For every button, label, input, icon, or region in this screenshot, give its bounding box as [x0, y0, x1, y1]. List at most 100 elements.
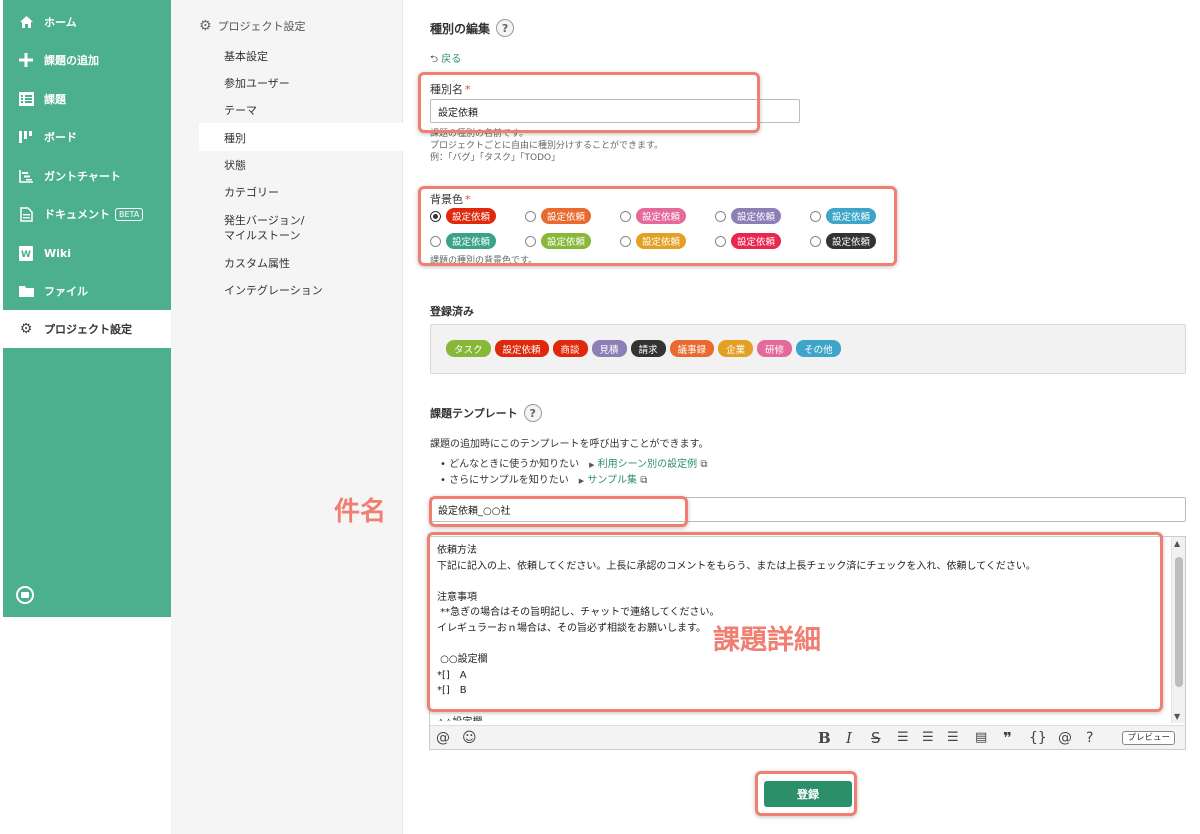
main-content: 種別の編集 ? ⮌ 戻る 種別名 * 設定依頼 課題の種別の名前です。 プロジェク…	[403, 0, 1200, 834]
sidebar-item-label: 課題の追加	[44, 54, 99, 67]
issue-type-chip: 見積	[591, 340, 627, 357]
bold-icon[interactable]: B	[818, 729, 831, 747]
sidebar-item-wiki[interactable]: W Wiki	[3, 234, 171, 272]
menu-item-members[interactable]: 参加ユーザー	[224, 76, 290, 91]
color-radio[interactable]	[715, 235, 726, 247]
color-preview-chip: 設定依頼	[636, 208, 687, 224]
color-preview-chip: 設定依頼	[636, 233, 687, 249]
type-name-hint: 課題の種別の名前です。 プロジェクトごとに自由に種別分けすることができます。 例…	[430, 129, 664, 163]
color-radio[interactable]	[620, 235, 631, 247]
menu-item-custom-fields[interactable]: カスタム属性	[224, 256, 290, 271]
template-subject-input[interactable]: 設定依頼_○○社	[430, 497, 1186, 522]
editor-scrollbar[interactable]: ▲ ▼	[1171, 537, 1185, 723]
color-radio[interactable]	[810, 235, 821, 247]
sidebar-item-documents[interactable]: ドキュメント BETA	[3, 195, 171, 233]
color-radio[interactable]	[430, 235, 441, 247]
editor-toolbar: @ ☺ B I S ☰ ☰ ☰ ▤ ❞ {} @ ? プレビュー	[430, 725, 1185, 749]
help-icon[interactable]: ?	[1086, 729, 1093, 747]
menu-item-integrations[interactable]: インテグレーション	[224, 283, 323, 298]
bg-color-option[interactable]: 設定依頼	[810, 233, 877, 249]
bg-color-option[interactable]: 設定依頼	[430, 208, 497, 224]
usage-examples-link[interactable]: 利用シーン別の設定例	[598, 459, 698, 470]
menu-item-category[interactable]: カテゴリー	[224, 185, 279, 200]
document-icon	[17, 205, 35, 223]
sidebar-item-project-settings[interactable]: ⚙ プロジェクト設定	[3, 310, 171, 348]
template-help-list: • どんなときに使うか知りたい ▶ 利用シーン別の設定例 ⧉ • さらにサンプル…	[440, 457, 707, 489]
sidebar-item-label: ドキュメント	[44, 208, 110, 221]
type-name-input[interactable]: 設定依頼	[430, 99, 800, 123]
sidebar-item-gantt[interactable]: ガントチャート	[3, 157, 171, 195]
bg-color-option[interactable]: 設定依頼	[715, 233, 782, 249]
menu-item-theme[interactable]: テーマ	[224, 103, 257, 118]
color-preview-chip: 設定依頼	[541, 233, 592, 249]
sidebar-item-board[interactable]: ボード	[3, 118, 171, 156]
color-radio[interactable]	[430, 210, 441, 222]
color-preview-chip: 設定依頼	[731, 233, 782, 249]
menu-item-versions[interactable]: 発生バージョン/ マイルストーン	[224, 213, 305, 243]
color-radio[interactable]	[810, 210, 821, 222]
bg-color-option[interactable]: 設定依頼	[620, 208, 687, 224]
numbered-list-icon[interactable]: ☰	[922, 729, 934, 747]
issue-type-chip: 設定依頼	[494, 340, 549, 357]
registered-label: 登録済み	[430, 305, 474, 318]
settings-menu-title: ⚙ プロジェクト設定	[199, 18, 306, 34]
link-icon[interactable]: @	[1058, 729, 1072, 747]
global-sidebar: ホーム 課題の追加 課題 ボード ガントチャート ドキュメント BETA W W…	[3, 0, 171, 617]
collapse-sidebar-icon[interactable]	[16, 586, 34, 604]
menu-item-issue-types[interactable]: 種別	[224, 131, 246, 146]
menu-item-label: マイルストーン	[224, 229, 301, 242]
preview-button[interactable]: プレビュー	[1122, 731, 1175, 745]
table-icon[interactable]: ▤	[975, 729, 987, 747]
color-radio[interactable]	[525, 235, 536, 247]
list-item: • さらにサンプルを知りたい ▶ サンプル集 ⧉	[440, 475, 648, 486]
bg-color-label: 背景色 *	[430, 193, 471, 206]
color-radio[interactable]	[525, 210, 536, 222]
bg-color-option[interactable]: 設定依頼	[715, 208, 782, 224]
color-radio[interactable]	[620, 210, 631, 222]
color-preview-chip: 設定依頼	[446, 233, 497, 249]
sidebar-item-home[interactable]: ホーム	[3, 3, 171, 41]
sidebar-item-issues[interactable]: 課題	[3, 80, 171, 118]
quote-icon[interactable]: ❞	[1003, 729, 1012, 747]
issue-type-chip: タスク	[446, 340, 491, 357]
bg-color-option[interactable]: 設定依頼	[525, 208, 592, 224]
issue-type-chip: 商談	[552, 340, 588, 357]
menu-item-status[interactable]: 状態	[224, 158, 246, 173]
italic-icon[interactable]: I	[846, 729, 852, 747]
page-title: 種別の編集 ?	[430, 19, 515, 37]
plus-icon	[17, 51, 35, 69]
bg-color-option[interactable]: 設定依頼	[810, 208, 877, 224]
back-link[interactable]: ⮌ 戻る	[430, 50, 461, 69]
samples-link[interactable]: サンプル集	[587, 475, 637, 486]
sidebar-item-label: プロジェクト設定	[44, 323, 132, 336]
sidebar-item-label: 課題	[44, 93, 66, 106]
strikethrough-icon[interactable]: S	[871, 729, 881, 747]
sidebar-item-add-issue[interactable]: 課題の追加	[3, 41, 171, 79]
help-icon[interactable]: ?	[496, 19, 515, 37]
sidebar-item-label: ガントチャート	[44, 170, 121, 183]
menu-item-basic[interactable]: 基本設定	[224, 49, 268, 64]
sidebar-item-label: ボード	[44, 131, 77, 144]
issue-type-chip: 研修	[757, 340, 793, 357]
beta-badge: BETA	[115, 207, 144, 221]
external-link-icon: ⧉	[637, 475, 648, 486]
color-preview-chip: 設定依頼	[826, 208, 877, 224]
bg-color-option[interactable]: 設定依頼	[620, 233, 687, 249]
bg-color-option[interactable]: 設定依頼	[525, 233, 592, 249]
color-preview-chip: 設定依頼	[731, 208, 782, 224]
emoji-icon[interactable]: ☺	[462, 729, 477, 747]
register-button[interactable]: 登録	[764, 781, 852, 807]
code-icon[interactable]: {}	[1029, 729, 1047, 747]
list-item: • どんなときに使うか知りたい ▶ 利用シーン別の設定例 ⧉	[440, 459, 708, 470]
board-icon	[17, 128, 35, 146]
sidebar-item-files[interactable]: ファイル	[3, 272, 171, 310]
template-title: 課題テンプレート ?	[430, 404, 542, 422]
color-radio[interactable]	[715, 210, 726, 222]
menu-item-label: 発生バージョン/	[224, 214, 305, 227]
bullet-list-icon[interactable]: ☰	[897, 729, 909, 747]
bg-color-option[interactable]: 設定依頼	[430, 233, 497, 249]
help-icon[interactable]: ?	[523, 404, 542, 422]
checklist-icon[interactable]: ☰	[947, 729, 959, 747]
issue-type-chip: その他	[796, 340, 841, 357]
mention-icon[interactable]: @	[436, 729, 450, 747]
